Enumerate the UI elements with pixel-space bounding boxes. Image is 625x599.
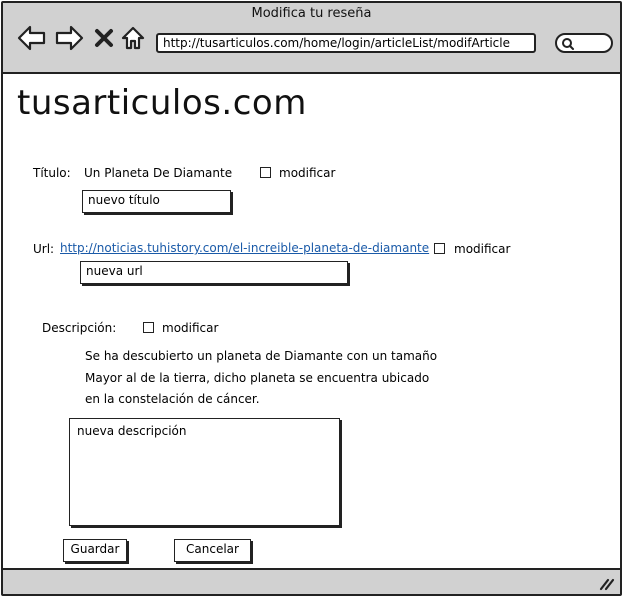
title-label: Título: bbox=[33, 166, 71, 180]
description-text-line: en la constelación de cáncer. bbox=[85, 392, 260, 406]
site-title: tusarticulos.com bbox=[17, 83, 307, 123]
home-icon[interactable] bbox=[120, 25, 146, 51]
url-modify-checkbox[interactable] bbox=[434, 243, 445, 254]
description-textarea[interactable]: nueva descripción bbox=[69, 418, 340, 526]
back-arrow-icon[interactable] bbox=[17, 25, 47, 51]
url-modify-label: modificar bbox=[454, 242, 511, 256]
cancel-button[interactable]: Cancelar bbox=[174, 539, 251, 562]
browser-titlebar: Modifica tu reseña http://tusarticulos.c… bbox=[3, 3, 620, 74]
title-modify-checkbox[interactable] bbox=[260, 167, 271, 178]
title-modify-label: modificar bbox=[279, 166, 336, 180]
description-label: Descripción: bbox=[42, 321, 117, 335]
save-button[interactable]: Guardar bbox=[63, 539, 127, 562]
stop-x-icon[interactable] bbox=[94, 28, 114, 48]
browser-window: Modifica tu reseña http://tusarticulos.c… bbox=[1, 1, 622, 596]
url-input[interactable]: nueva url bbox=[80, 261, 348, 284]
url-label: Url: bbox=[33, 242, 55, 256]
description-modify-checkbox[interactable] bbox=[143, 322, 154, 333]
address-bar[interactable]: http://tusarticulos.com/home/login/artic… bbox=[156, 33, 536, 53]
search-icon bbox=[562, 38, 574, 50]
title-input[interactable]: nuevo título bbox=[82, 190, 231, 213]
window-title: Modifica tu reseña bbox=[251, 6, 372, 21]
description-modify-label: modificar bbox=[162, 321, 219, 335]
forward-arrow-icon[interactable] bbox=[54, 25, 84, 51]
title-value: Un Planeta De Diamante bbox=[84, 166, 233, 180]
description-text-line: Se ha descubierto un planeta de Diamante… bbox=[85, 349, 438, 363]
url-link[interactable]: http://noticias.tuhistory.com/el-increib… bbox=[60, 241, 429, 255]
resize-handle-icon[interactable] bbox=[598, 577, 616, 591]
browser-search-box[interactable] bbox=[555, 33, 613, 53]
description-text-line: Mayor al de la tierra, dicho planeta se … bbox=[85, 371, 430, 385]
browser-statusbar bbox=[3, 568, 620, 594]
